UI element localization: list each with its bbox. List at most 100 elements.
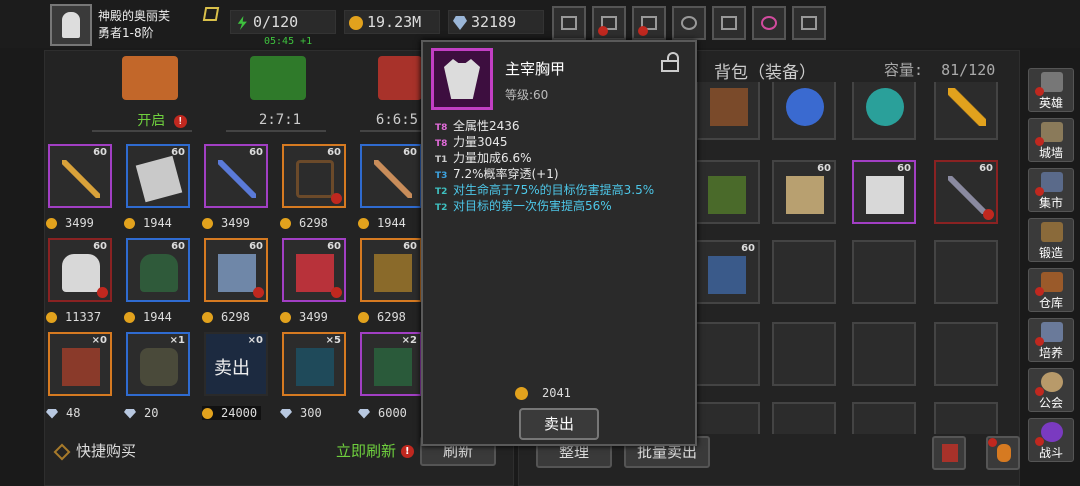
orb-icon: [866, 88, 904, 126]
bag-slot-empty[interactable]: [696, 402, 760, 434]
lucky-wheel-button[interactable]: [752, 6, 786, 40]
mail-button[interactable]: [592, 6, 626, 40]
bag-slot-empty[interactable]: [934, 402, 998, 434]
sidebar-label: 城墙: [1038, 146, 1063, 160]
slot-count: ×0: [91, 335, 107, 346]
shop-slot[interactable]: 60: [360, 144, 422, 208]
sidebar-training[interactable]: 培养: [1028, 318, 1074, 362]
bag-slot-empty[interactable]: [772, 322, 836, 386]
stat-text: 7.2%概率穿透(+1): [453, 167, 559, 181]
gold-value: 19.23M: [367, 13, 422, 31]
gold-coin-icon: [280, 218, 291, 229]
slot-level: 60: [249, 241, 263, 252]
sidebar-wall[interactable]: 城墙: [1028, 118, 1074, 162]
lightning-icon: [237, 16, 247, 30]
trophy-icon: [1041, 322, 1063, 342]
shop-slot[interactable]: 60: [360, 238, 422, 302]
item-stat-line: T2 对目标的第一次伤害提高56%: [435, 198, 654, 214]
bag-slot[interactable]: 60: [934, 160, 998, 224]
shop-price: 3499: [202, 216, 250, 230]
shop-price: 3499: [280, 310, 328, 324]
gold-coin-icon: [46, 218, 57, 229]
sidebar-guild[interactable]: 公会: [1028, 368, 1074, 412]
refresh-now-button[interactable]: 立即刷新 !: [336, 440, 414, 461]
bag-slot-empty[interactable]: [852, 240, 916, 304]
bag-slot[interactable]: [772, 82, 836, 140]
fireworks-button[interactable]: [792, 6, 826, 40]
unlock-icon[interactable]: [661, 52, 679, 72]
chest-open-label[interactable]: 开启 !: [132, 110, 192, 130]
bag-slot[interactable]: [696, 160, 760, 224]
spellbook-icon: [296, 348, 334, 386]
bag-slot-empty[interactable]: [934, 322, 998, 386]
energy-value: 0/120: [253, 13, 299, 31]
edit-icon[interactable]: [202, 7, 220, 21]
gold-coin-icon: [280, 312, 291, 323]
shop-slot[interactable]: 60: [204, 144, 268, 208]
shop-slot[interactable]: ×1: [126, 332, 190, 396]
book-icon: [135, 155, 183, 203]
gold-coin-icon: [202, 408, 213, 419]
shop-slot[interactable]: 60: [282, 238, 346, 302]
slot-level: 60: [327, 147, 341, 158]
bag-slot[interactable]: 60: [696, 240, 760, 304]
sidebar-hero[interactable]: 英雄: [1028, 68, 1074, 112]
shop-slot[interactable]: ×2: [360, 332, 422, 396]
shop-slot[interactable]: ×0: [48, 332, 112, 396]
bag-slot-empty[interactable]: [934, 240, 998, 304]
bag-slot-selected[interactable]: 60: [852, 160, 916, 224]
bag-slot-empty[interactable]: [696, 322, 760, 386]
quick-buy-button[interactable]: 快捷购买: [53, 440, 136, 461]
shop-slot[interactable]: 60: [126, 144, 190, 208]
stat-text: 力量加成6.6%: [453, 151, 532, 165]
bag-slot[interactable]: [852, 82, 916, 140]
shop-cart-button[interactable]: [552, 6, 586, 40]
sidebar-market[interactable]: 集市: [1028, 168, 1074, 212]
player-avatar[interactable]: [50, 4, 92, 46]
sell-price-value: 2041: [542, 386, 571, 400]
bag-slot-empty[interactable]: [852, 322, 916, 386]
settings-gear-icon: [681, 16, 697, 30]
equip-potion-button[interactable]: [986, 436, 1020, 470]
chest-red-ratio: 6:6:5: [375, 112, 419, 128]
bag-slot[interactable]: [696, 82, 760, 140]
amulet-icon: [786, 88, 824, 126]
alert-dot: [988, 438, 997, 447]
shop-price: 6298: [202, 310, 250, 324]
sidebar-forge[interactable]: 锻造: [1028, 218, 1074, 262]
equip-armor-button[interactable]: [932, 436, 966, 470]
sidebar-warehouse[interactable]: 仓库: [1028, 268, 1074, 312]
sidebar-battle[interactable]: 战斗: [1028, 418, 1074, 462]
slot-level: 60: [741, 243, 755, 254]
stat-text: 对生命高于75%的目标伤害提高3.5%: [453, 183, 655, 197]
capacity-value: 81/120: [941, 61, 996, 79]
shop-slot[interactable]: 60: [48, 144, 112, 208]
shop-slot[interactable]: 60: [282, 144, 346, 208]
sell-button[interactable]: 卖出: [519, 408, 599, 440]
shop-price: 20: [124, 406, 158, 420]
shop-slot-sold[interactable]: ×0 卖出: [204, 332, 268, 396]
slot-level: 60: [817, 163, 831, 174]
bag-slot-empty[interactable]: [772, 402, 836, 434]
bag-slot-empty[interactable]: [772, 240, 836, 304]
chest-red[interactable]: [378, 56, 422, 100]
shop-slot[interactable]: ×5: [282, 332, 346, 396]
bag-slot-empty[interactable]: [852, 402, 916, 434]
chest-brown[interactable]: [122, 56, 178, 100]
chest-green[interactable]: [250, 56, 306, 100]
shop-slot[interactable]: 60: [48, 238, 112, 302]
settings-button[interactable]: [672, 6, 706, 40]
slot-level: 60: [171, 147, 185, 158]
shop-slot[interactable]: 60: [204, 238, 268, 302]
chest-green-ratio: 2:7:1: [258, 112, 302, 128]
diamond-icon: [358, 408, 370, 419]
gold-coin-icon: [358, 218, 369, 229]
shop-price: 1944: [124, 310, 172, 324]
shop-slot[interactable]: 60: [126, 238, 190, 302]
gift-button[interactable]: [712, 6, 746, 40]
bag-slot[interactable]: [934, 82, 998, 140]
gamepad-button[interactable]: [632, 6, 666, 40]
player-name: 神殿的奥丽芙: [98, 9, 171, 23]
bag-slot[interactable]: 60: [772, 160, 836, 224]
energy-timer: 05:45 +1: [264, 36, 313, 47]
